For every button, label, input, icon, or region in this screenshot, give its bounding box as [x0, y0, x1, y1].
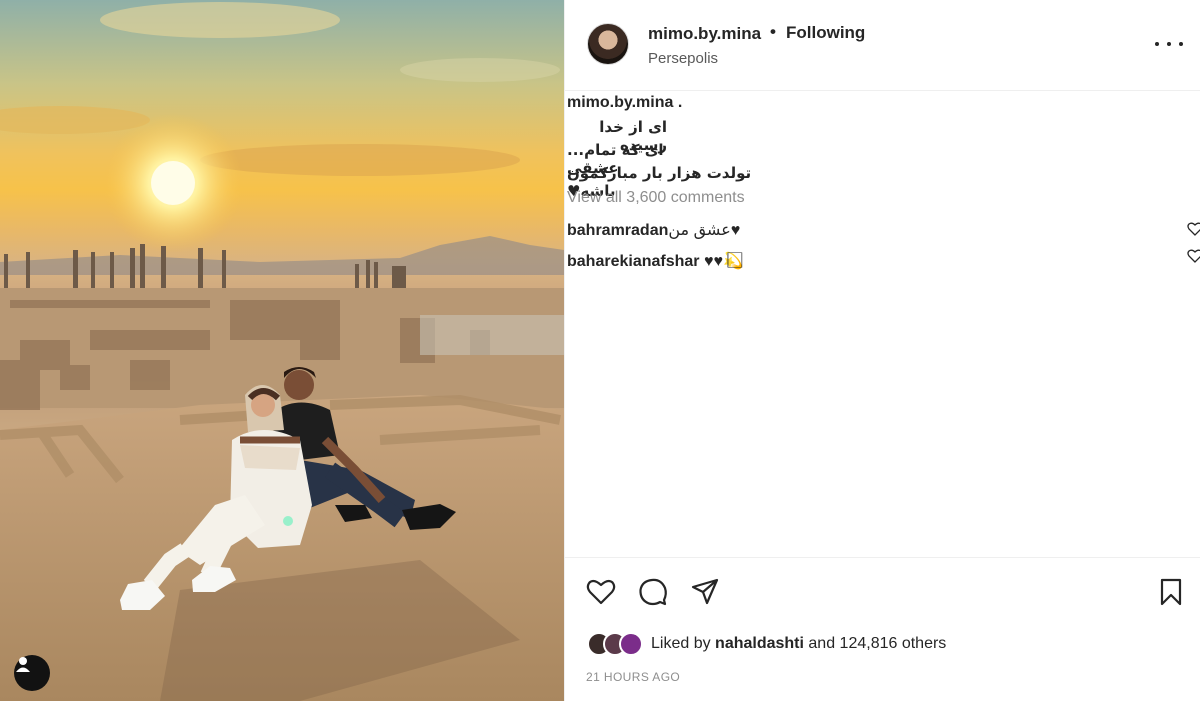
comment-heart-icon[interactable] — [1187, 249, 1200, 263]
comment-item: baharekianafshar ♥♥💫⃞⃞⃞ — [567, 247, 743, 271]
comment-heart-icon[interactable] — [1187, 222, 1200, 236]
post-details-panel: mimo.by.mina • Following Persepolis mimo… — [564, 0, 1200, 701]
view-all-comments-link[interactable]: View all 3,600 comments — [567, 189, 745, 207]
liked-by-user[interactable]: nahaldashti — [715, 635, 804, 652]
header-username[interactable]: mimo.by.mina — [648, 24, 761, 44]
comment-text: عشق من♥ — [668, 222, 741, 239]
comment-text: ♥♥💫⃞⃞⃞ — [703, 253, 743, 270]
separator-dot: • — [770, 22, 776, 41]
post-timestamp[interactable]: 21 HOURS AGO — [586, 670, 680, 684]
post-photo[interactable] — [0, 0, 564, 701]
heart-icon[interactable] — [585, 576, 617, 608]
caption-username[interactable]: mimo.by.mina . — [567, 94, 682, 112]
share-icon[interactable] — [689, 576, 721, 608]
likes-summary: Liked by nahaldashti and 124,816 others — [587, 630, 946, 658]
comments-section: mimo.by.mina . ای از خدا رسیده ...ای که … — [565, 91, 1200, 557]
post-header: mimo.by.mina • Following Persepolis — [565, 0, 1200, 91]
liked-by-prefix: Liked by — [651, 635, 711, 652]
liked-by-text[interactable]: Liked by nahaldashti and 124,816 others — [651, 635, 946, 653]
more-options-icon[interactable] — [1155, 34, 1183, 54]
avatar — [619, 632, 643, 656]
comment-item: bahramradanعشق من♥ — [567, 220, 740, 240]
actions-bar: Liked by nahaldashti and 124,816 others … — [565, 557, 1200, 701]
location-link[interactable]: Persepolis — [648, 50, 718, 67]
bookmark-icon[interactable] — [1155, 576, 1187, 608]
comment-username[interactable]: baharekianafshar — [567, 253, 700, 270]
comment-username[interactable]: bahramradan — [567, 222, 668, 239]
avatar[interactable] — [587, 23, 629, 65]
liked-by-suffix[interactable]: and 124,816 others — [808, 635, 946, 652]
user-tag-icon[interactable] — [14, 655, 50, 691]
photo-scene — [0, 2, 564, 701]
following-button[interactable]: Following — [786, 23, 865, 43]
comment-icon[interactable] — [637, 576, 669, 608]
